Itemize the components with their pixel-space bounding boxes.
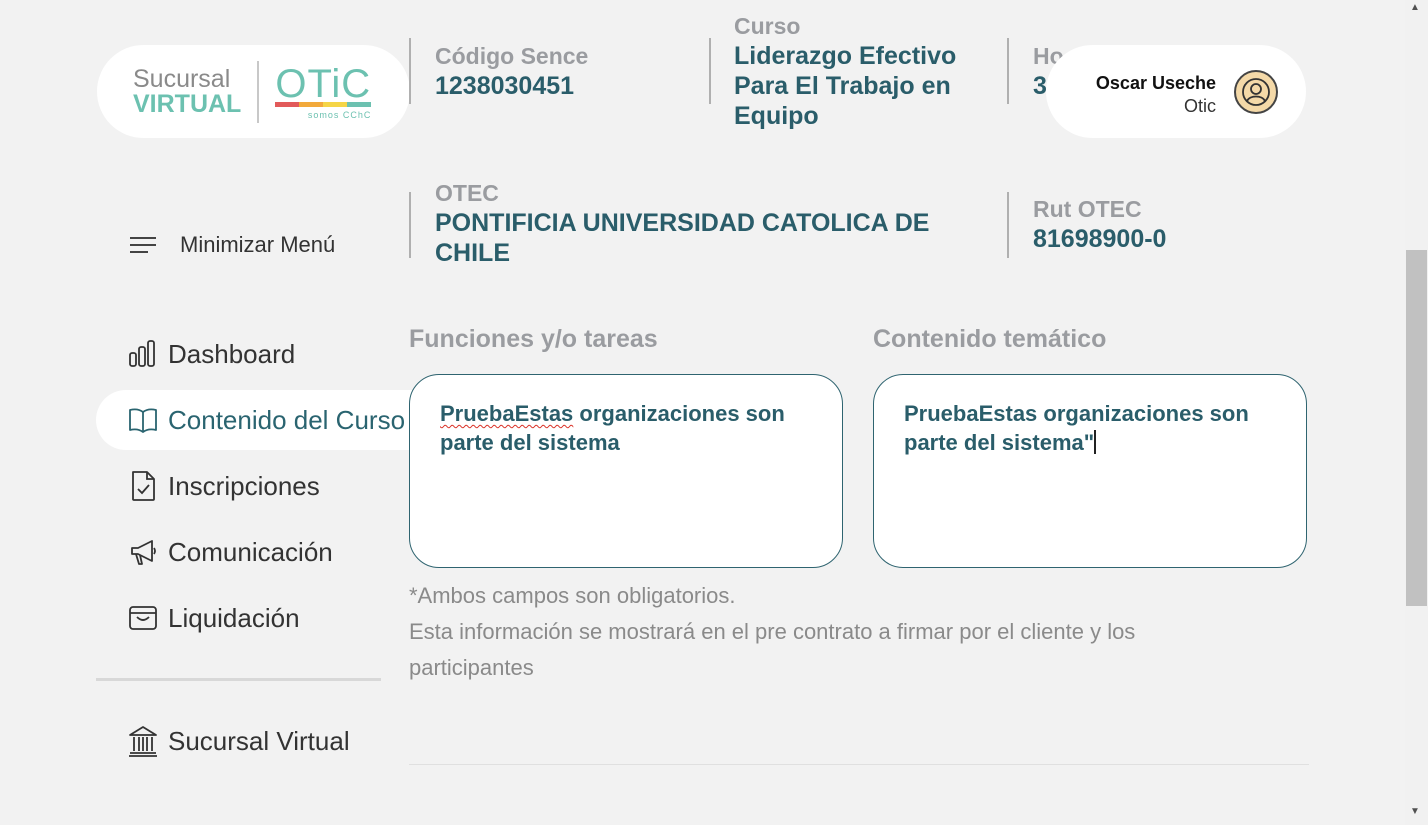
divider: [1007, 192, 1009, 258]
rut-otec-value: 81698900-0: [1033, 225, 1167, 253]
curso-value: Liderazgo Efectivo Para El Trabajo en Eq…: [734, 42, 957, 130]
divider: [409, 38, 411, 104]
user-avatar-icon: [1242, 78, 1270, 106]
divider: [709, 38, 711, 104]
logo-line2: VIRTUAL: [133, 89, 242, 118]
codigo-sence-value: 1238030451: [435, 72, 575, 100]
sidebar-item-inscripciones[interactable]: Inscripciones: [128, 466, 320, 506]
sidebar-item-liquidacion[interactable]: Liquidación: [128, 598, 300, 638]
sidebar-item-label: Contenido del Curso: [168, 404, 406, 435]
sidebar-item-dashboard[interactable]: Dashboard: [128, 334, 295, 374]
sidebar-item-label: Dashboard: [168, 338, 296, 369]
curso-label: Curso: [734, 13, 801, 39]
sidebar-item-contenido-del-curso[interactable]: Contenido del Curso: [128, 400, 405, 440]
section-divider: [409, 764, 1309, 765]
rut-otec-block: Rut OTEC 81698900-0: [1033, 194, 1166, 254]
book-icon: [129, 408, 157, 433]
scrollbar-thumb[interactable]: [1406, 250, 1427, 606]
brand-logo-card[interactable]: Sucursal VIRTUAL OTiC somos CChC: [97, 45, 410, 138]
funciones-textarea[interactable]: PruebaEstas organizaciones son parte del…: [409, 374, 843, 568]
sidebar-divider: [96, 678, 381, 681]
sidebar-item-label: Sucursal Virtual: [168, 725, 350, 756]
sidebar-item-sucursal-virtual[interactable]: Sucursal Virtual: [128, 721, 350, 761]
contenido-text: PruebaEstas organizaciones son parte del…: [904, 401, 1249, 455]
otic-logo: OTiC somos CChC: [275, 62, 375, 122]
hamburger-icon: [130, 237, 156, 253]
otic-color-bars: [275, 101, 372, 107]
curso-block: Curso Liderazgo Efectivo Para El Trabajo…: [734, 11, 984, 131]
otec-block: OTEC PONTIFICIA UNIVERSIDAD CATOLICA DE …: [435, 178, 955, 268]
logo-divider: [257, 60, 260, 123]
rut-otec-label: Rut OTEC: [1033, 196, 1142, 222]
text-caret: [1094, 430, 1096, 454]
funciones-label: Funciones y/o tareas: [409, 325, 658, 353]
wallet-icon: [129, 606, 157, 630]
bar-chart-icon: [129, 340, 155, 367]
user-name: Oscar Useche: [1095, 73, 1216, 93]
user-org: Otic: [1183, 96, 1216, 116]
otec-label: OTEC: [435, 180, 499, 206]
otic-tagline: somos CChC: [307, 109, 372, 120]
avatar[interactable]: [1234, 70, 1278, 114]
bank-icon: [129, 726, 157, 757]
codigo-sence-block: Código Sence 1238030451: [435, 41, 588, 101]
sucursal-virtual-logo: Sucursal VIRTUAL: [133, 64, 242, 118]
minimize-menu-button[interactable]: Minimizar Menú: [128, 232, 335, 258]
codigo-sence-label: Código Sence: [435, 43, 589, 69]
contenido-textarea[interactable]: PruebaEstas organizaciones son parte del…: [873, 374, 1307, 568]
sidebar-item-label: Comunicación: [168, 536, 333, 567]
scroll-down-arrow-icon[interactable]: ▼: [1410, 806, 1420, 817]
contenido-label: Contenido temático: [873, 325, 1107, 353]
logo-line1: Sucursal: [133, 64, 231, 93]
info-note: Esta información se mostrará en el pre c…: [409, 619, 1136, 680]
divider: [409, 192, 411, 258]
sidebar-item-comunicacion[interactable]: Comunicación: [128, 532, 333, 572]
megaphone-icon: [131, 540, 156, 565]
divider: [1007, 38, 1009, 104]
user-profile-card[interactable]: Oscar Useche Otic: [1046, 45, 1306, 138]
sidebar-item-label: Liquidación: [168, 602, 300, 633]
otic-wordmark: OTiC: [275, 61, 372, 106]
sidebar-item-label: Inscripciones: [168, 470, 320, 501]
otec-value: PONTIFICIA UNIVERSIDAD CATOLICA DE CHILE: [435, 209, 930, 267]
misspelled-word: PruebaEstas: [440, 401, 574, 426]
scroll-up-arrow-icon[interactable]: ▲: [1410, 2, 1420, 13]
required-note: *Ambos campos son obligatorios.: [409, 583, 736, 608]
document-check-icon: [132, 471, 155, 501]
minimize-menu-label: Minimizar Menú: [180, 232, 336, 257]
